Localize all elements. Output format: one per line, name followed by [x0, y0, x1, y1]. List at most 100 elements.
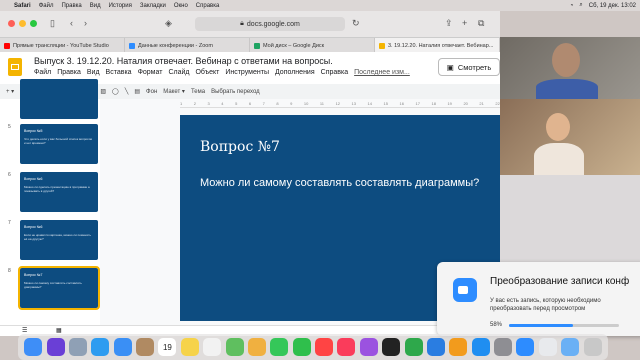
slide-body-text[interactable]: Можно ли самому составлять составлять ди…: [200, 177, 479, 189]
present-button[interactable]: ▣ Смотреть: [438, 58, 500, 76]
slide-title[interactable]: Вопрос №7: [200, 139, 280, 155]
thumb-text: Если не нравится картинка, можно ли поме…: [24, 233, 91, 241]
menu-edit[interactable]: Правка: [57, 69, 81, 76]
reminders-icon[interactable]: [203, 338, 222, 356]
menu-format[interactable]: Формат: [138, 69, 163, 76]
maps-icon[interactable]: [225, 338, 244, 356]
forward-icon[interactable]: ›: [84, 18, 87, 28]
notes-icon[interactable]: [180, 338, 199, 356]
menubar-clock[interactable]: Сб, 19 дек. 13:02: [589, 3, 636, 9]
close-window-button[interactable]: [8, 20, 15, 27]
notification-title: Преобразование записи конф: [490, 276, 630, 287]
menu-tools[interactable]: Инструменты: [225, 69, 269, 76]
menu-insert[interactable]: Вставка: [106, 69, 132, 76]
background-button[interactable]: Фон: [146, 89, 157, 95]
theme-button[interactable]: Тема: [191, 89, 205, 95]
back-icon[interactable]: ‹: [70, 18, 73, 28]
grid-view-icon[interactable]: ☰: [22, 327, 27, 334]
menu-help[interactable]: Справка: [321, 69, 348, 76]
shield-icon[interactable]: ◈: [165, 18, 172, 29]
mail-icon[interactable]: [113, 338, 132, 356]
slides-menu-bar: Файл Правка Вид Вставка Формат Слайд Объ…: [34, 69, 410, 76]
menu-view[interactable]: Вид: [90, 3, 101, 9]
share-icon[interactable]: ⇪: [445, 18, 453, 29]
menu-help[interactable]: Справка: [196, 3, 220, 9]
menu-bookmarks[interactable]: Закладки: [140, 3, 166, 9]
search-icon[interactable]: ⌕: [579, 2, 582, 9]
reload-icon[interactable]: ↻: [352, 18, 360, 29]
calendar-icon[interactable]: 19: [158, 338, 177, 356]
slide-number: 8: [8, 268, 11, 274]
ruler-tick: 10: [303, 101, 309, 106]
slides-logo-icon[interactable]: [8, 58, 22, 76]
menu-slide[interactable]: Слайд: [168, 69, 189, 76]
ruler-tick: 19: [447, 101, 452, 106]
thumb-text: Можно ли самому составлять составлять ди…: [24, 281, 82, 289]
photos-icon[interactable]: [247, 338, 266, 356]
safari-icon[interactable]: [91, 338, 110, 356]
progress-percent: 58%: [490, 322, 503, 328]
last-edit-link[interactable]: Последнее изм...: [354, 69, 410, 76]
appstore-icon[interactable]: [471, 338, 490, 356]
menu-history[interactable]: История: [109, 3, 132, 9]
thumb-title: Вопрос №7: [24, 273, 43, 277]
webcam-feed-host: [500, 37, 640, 99]
slide-number: 7: [8, 220, 11, 226]
menu-edit[interactable]: Правка: [61, 3, 81, 9]
tab-google-drive[interactable]: Мой диск – Google Диск: [250, 38, 375, 53]
menu-file[interactable]: Файл: [39, 3, 54, 9]
settings-icon[interactable]: [494, 338, 513, 356]
menu-object[interactable]: Объект: [195, 69, 219, 76]
podcasts-icon[interactable]: [359, 338, 378, 356]
new-tab-icon[interactable]: +: [462, 18, 467, 28]
list-view-icon[interactable]: ▦: [56, 327, 62, 334]
facetime-icon[interactable]: [292, 338, 311, 356]
folder-icon[interactable]: [561, 338, 580, 356]
tab-overview-icon[interactable]: ⧉: [478, 18, 484, 29]
ruler-tick: 8: [276, 101, 279, 106]
document-title[interactable]: Выпуск 3. 19.12.20. Наталия отвечает. Ве…: [34, 56, 333, 66]
ruler-tick: 15: [383, 101, 388, 106]
thumb-title: Вопрос №6: [24, 177, 43, 181]
ruler-tick: 21: [479, 101, 484, 106]
comment-icon[interactable]: ▤: [134, 88, 140, 95]
finder-icon[interactable]: [24, 338, 43, 356]
shape-icon[interactable]: ◯: [112, 88, 119, 95]
sidebar-icon[interactable]: ▯: [50, 18, 55, 29]
keynote-icon[interactable]: [426, 338, 445, 356]
launchpad-icon[interactable]: [68, 338, 87, 356]
layout-button[interactable]: Макет ▾: [163, 88, 185, 95]
tab-slides-active[interactable]: 3. 19.12.20. Наталия отвечает. Вебинар..…: [375, 38, 500, 53]
new-slide-icon[interactable]: + ▾: [6, 88, 14, 95]
ruler-tick: 11: [319, 101, 325, 106]
transition-button[interactable]: Выбрать переход: [211, 89, 260, 95]
zoom-icon[interactable]: [516, 338, 535, 356]
chrome-icon[interactable]: [538, 338, 557, 356]
music-icon[interactable]: [337, 338, 356, 356]
siri-icon[interactable]: [46, 338, 65, 356]
zoom-conversion-notification[interactable]: Преобразование записи конф У вас есть за…: [437, 262, 640, 336]
zoom-window-button[interactable]: [30, 20, 37, 27]
tab-youtube-studio[interactable]: Прямые трансляции - YouTube Studio: [0, 38, 125, 53]
address-bar[interactable]: 🔒︎ docs.google.com: [195, 17, 345, 31]
messages-icon[interactable]: [270, 338, 289, 356]
ruler-tick: 3: [207, 101, 210, 106]
menu-safari[interactable]: Safari: [14, 3, 31, 9]
thumb-title: Вопрос №5: [24, 129, 43, 133]
contacts-icon[interactable]: [136, 338, 155, 356]
pages-icon[interactable]: [449, 338, 468, 356]
menu-file[interactable]: Файл: [34, 69, 51, 76]
menu-window[interactable]: Окно: [174, 3, 188, 9]
news-icon[interactable]: [315, 338, 334, 356]
progress-bar: [509, 324, 619, 327]
line-icon[interactable]: ╲: [125, 88, 129, 95]
wifi-icon[interactable]: ◔: [570, 3, 574, 9]
numbers-icon[interactable]: [404, 338, 423, 356]
tv-icon[interactable]: [382, 338, 401, 356]
menu-addons[interactable]: Дополнения: [275, 69, 315, 76]
trash-icon[interactable]: [583, 338, 602, 356]
minimize-window-button[interactable]: [19, 20, 26, 27]
image-icon[interactable]: ▨: [100, 88, 106, 95]
tab-zoom[interactable]: Данные конференции - Zoom: [125, 38, 250, 53]
menu-view[interactable]: Вид: [87, 69, 100, 76]
